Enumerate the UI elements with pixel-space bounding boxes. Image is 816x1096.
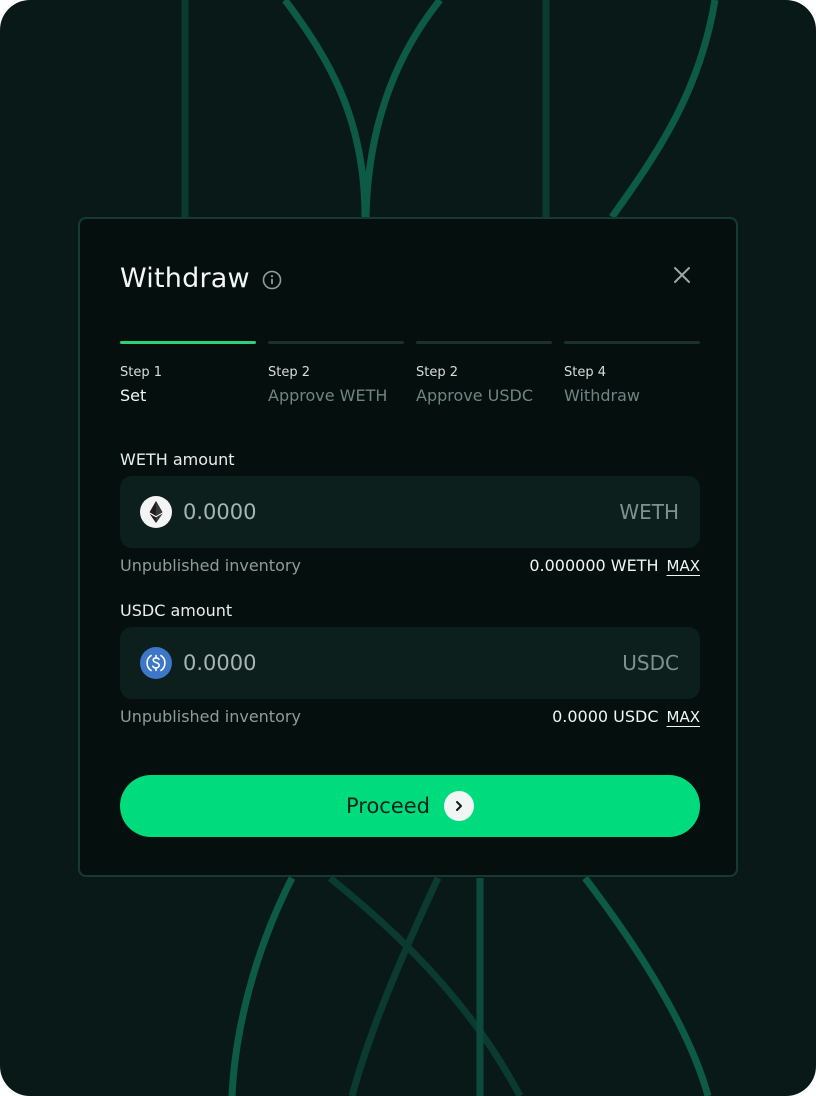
modal-header: Withdraw <box>120 263 282 294</box>
usdc-meta-row: Unpublished inventory 0.0000 USDC MAX <box>120 707 700 726</box>
step-approve-weth: Step 2 Approve WETH <box>268 341 404 405</box>
step-label: Set <box>120 386 147 405</box>
step-label: Withdraw <box>564 386 640 405</box>
weth-inventory-label: Unpublished inventory <box>120 556 301 575</box>
step-label: Approve WETH <box>268 386 388 405</box>
proceed-label: Proceed <box>345 794 431 818</box>
proceed-button[interactable]: Proceed <box>120 775 700 837</box>
usdc-amount-input[interactable] <box>183 651 543 675</box>
stepper: Step 1 Set Step 2 Approve WETH Step 2 Ap… <box>120 341 700 405</box>
usdc-amount-field[interactable]: USDC <box>120 627 700 699</box>
step-number: Step 2 <box>268 365 311 380</box>
info-icon[interactable] <box>262 270 282 290</box>
usdc-inventory-label: Unpublished inventory <box>120 707 301 726</box>
close-icon[interactable] <box>672 265 692 285</box>
page-frame: Withdraw Step 1 Set Step 2 Approve WETH … <box>0 0 816 1096</box>
modal-title: Withdraw <box>120 263 250 294</box>
weth-unit-label: WETH <box>619 500 679 524</box>
step-number: Step 4 <box>564 365 607 380</box>
weth-balance: 0.000000 WETH <box>529 556 659 575</box>
usdc-icon <box>140 647 172 679</box>
withdraw-modal: Withdraw Step 1 Set Step 2 Approve WETH … <box>78 217 738 877</box>
weth-amount-field[interactable]: WETH <box>120 476 700 548</box>
step-label: Approve USDC <box>416 386 534 405</box>
step-progress-bar <box>120 341 256 344</box>
weth-amount-input[interactable] <box>183 500 543 524</box>
step-number: Step 1 <box>120 365 163 380</box>
step-number: Step 2 <box>416 365 459 380</box>
usdc-amount-label: USDC amount <box>120 601 233 620</box>
weth-meta-row: Unpublished inventory 0.000000 WETH MAX <box>120 556 700 575</box>
step-set: Step 1 Set <box>120 341 256 405</box>
usdc-max-button[interactable]: MAX <box>667 708 700 726</box>
ethereum-icon <box>140 496 172 528</box>
usdc-balance: 0.0000 USDC <box>552 707 659 726</box>
step-progress-bar <box>268 341 404 344</box>
weth-max-button[interactable]: MAX <box>667 557 700 575</box>
chevron-right-icon <box>444 791 475 821</box>
step-progress-bar <box>564 341 700 344</box>
step-progress-bar <box>416 341 552 344</box>
step-approve-usdc: Step 2 Approve USDC <box>416 341 552 405</box>
weth-amount-label: WETH amount <box>120 450 235 469</box>
usdc-unit-label: USDC <box>622 651 679 675</box>
step-withdraw: Step 4 Withdraw <box>564 341 700 405</box>
